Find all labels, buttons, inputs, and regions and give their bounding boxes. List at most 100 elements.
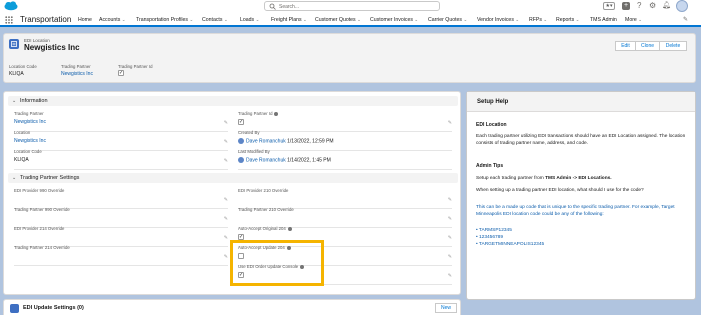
search-icon: [269, 3, 276, 12]
chevron-down-icon: ⌄: [121, 17, 126, 22]
trading-partner-id-field-checkbox: ✓: [238, 119, 244, 125]
search-input[interactable]: Search...: [264, 1, 440, 11]
pencil-icon[interactable]: ✎: [224, 120, 228, 126]
help-icon[interactable]: ?: [637, 1, 641, 10]
pencil-icon[interactable]: ✎: [448, 197, 452, 203]
favorites-star-icon[interactable]: ★▾: [603, 2, 615, 10]
new-button[interactable]: New: [435, 303, 457, 313]
nav-item-accounts[interactable]: Accounts ⌄: [99, 17, 126, 23]
pencil-icon[interactable]: ✎: [224, 197, 228, 203]
pencil-icon[interactable]: ✎: [448, 235, 452, 241]
nav-item-more[interactable]: More ⌄: [625, 17, 642, 23]
pencil-icon[interactable]: ✎: [224, 235, 228, 241]
highlight-value-location-code: KLIQA: [9, 71, 24, 77]
field-location-code: Location Code KLIQA ✎: [14, 148, 228, 170]
nav-item-freight-plans[interactable]: Freight Plans ⌄: [271, 17, 307, 23]
field-label: Trading Partner 214 Override: [14, 245, 70, 250]
pencil-icon[interactable]: ✎: [448, 120, 452, 126]
related-list-title[interactable]: EDI Update Settings (0): [23, 305, 84, 311]
field-value: Dave Romanchuk 1/13/2022, 12:59 PM: [238, 138, 334, 144]
field-label: Trading Partner Id: [238, 111, 279, 116]
delete-button[interactable]: Delete: [660, 41, 687, 51]
info-icon[interactable]: [274, 111, 279, 116]
related-list-icon: [10, 304, 19, 313]
admin-tip-setup: Setup each trading partner from TMS Admi…: [476, 176, 688, 183]
notification-bell-icon[interactable]: 🔔︎: [662, 1, 671, 9]
nav-item-customer-quotes[interactable]: Customer Quotes ⌄: [315, 17, 361, 23]
setup-help-card: Setup Help EDI Location Each trading par…: [466, 91, 696, 300]
edi-location-text: Each trading partner utilizing EDI trans…: [476, 134, 686, 146]
highlight-link-trading-partner[interactable]: Newgistics Inc: [61, 71, 93, 77]
trading-partner-link[interactable]: Newgistics Inc: [14, 119, 46, 125]
created-by-user-link[interactable]: Dave Romanchuk: [246, 138, 286, 144]
highlight-label-trading-partner: Trading Partner: [61, 64, 91, 69]
gear-icon[interactable]: ⚙: [649, 1, 656, 10]
information-section-header[interactable]: ⌄ Information: [8, 96, 458, 106]
field-label: Trading Partner 210 Override: [238, 207, 294, 212]
nav-item-home[interactable]: Home: [78, 17, 92, 23]
chevron-down-icon: ⌄: [575, 17, 580, 22]
nav-item-rfps[interactable]: RFPs ⌄: [529, 17, 547, 23]
field-label: Trading Partner 990 Override: [14, 207, 70, 212]
info-icon[interactable]: [287, 226, 292, 231]
field-value: Dave Romanchuk 1/14/2022, 1:45 PM: [238, 157, 331, 163]
code-example-2: • 123456789: [476, 235, 504, 240]
record-header: EDI Location Newgistics Inc Edit Clone D…: [3, 33, 696, 83]
nav-item-label: Accounts: [99, 17, 121, 23]
chevron-down-icon: ⌄: [223, 17, 228, 22]
user-avatar-icon: [238, 157, 244, 163]
nav-item-reports[interactable]: Reports ⌄: [556, 17, 579, 23]
pencil-icon[interactable]: ✎: [448, 216, 452, 222]
clone-button[interactable]: Clone: [636, 41, 660, 51]
admin-tips-heading: Admin Tips: [476, 163, 504, 169]
tip-text: Setup each trading partner from: [476, 176, 546, 181]
highlight-annotation-box: [230, 240, 324, 286]
nav-item-label: RFPs: [529, 17, 542, 23]
nav-item-carrier-quotes[interactable]: Carrier Quotes ⌄: [428, 17, 467, 23]
field-value: KLIQA: [14, 157, 29, 163]
nav-item-contacts[interactable]: Contacts ⌄: [202, 17, 228, 23]
nav-item-label: Reports: [556, 17, 575, 23]
nav-item-vendor-invoices[interactable]: Vendor Invoices ⌄: [477, 17, 519, 23]
pencil-icon[interactable]: ✎: [224, 216, 228, 222]
trading-partner-settings-section-header[interactable]: ⌄ Trading Partner Settings: [8, 173, 458, 183]
pencil-icon[interactable]: ✎: [224, 158, 228, 164]
pencil-icon[interactable]: ✎: [224, 254, 228, 260]
chevron-down-icon: ⌄: [414, 17, 419, 22]
section-title: Information: [20, 98, 48, 104]
chevron-down-icon: ⌄: [303, 17, 307, 22]
nav-item-label: Vendor Invoices: [477, 17, 514, 23]
pencil-icon[interactable]: ✎: [224, 139, 228, 145]
section-title: Trading Partner Settings: [20, 175, 80, 181]
modified-date: 1/14/2022, 1:45 PM: [287, 157, 331, 164]
created-date: 1/13/2022, 12:59 PM: [287, 138, 334, 145]
field-label: Last Modified By: [238, 149, 270, 154]
edit-nav-pencil-icon[interactable]: ✎: [683, 16, 688, 23]
add-icon[interactable]: +: [622, 2, 630, 10]
chevron-down-icon: ⌄: [357, 17, 361, 22]
pencil-icon[interactable]: ✎: [448, 273, 452, 279]
location-link[interactable]: Newgistics Inc: [14, 138, 46, 144]
field-label: Created By: [238, 130, 260, 135]
field-label-text: Trading Partner Id: [238, 111, 273, 116]
field-label: EDI Provider 210 Override: [238, 188, 289, 193]
pencil-icon[interactable]: ✎: [448, 254, 452, 260]
search-placeholder: Search...: [279, 4, 300, 10]
app-launcher-icon[interactable]: [5, 16, 13, 24]
setup-help-title: Setup Help: [467, 92, 695, 112]
nav-item-loads[interactable]: Loads ⌄: [240, 17, 259, 23]
nav-item-label: More: [625, 17, 637, 23]
trading-partner-id-checkbox: ✓: [118, 70, 124, 76]
nav-item-customer-invoices[interactable]: Customer Invoices ⌄: [370, 17, 418, 23]
field-label: Trading Partner: [14, 111, 44, 116]
nav-item-label: Loads: [240, 17, 255, 23]
chevron-down-icon: ⌄: [189, 17, 194, 22]
code-example-1: • TARMSP12345: [476, 228, 512, 233]
nav-item-label: Contacts: [202, 17, 223, 23]
nav-item-transportation-profiles[interactable]: Transportation Profiles ⌄: [136, 17, 193, 23]
edit-button[interactable]: Edit: [615, 41, 636, 51]
modified-by-user-link[interactable]: Dave Romanchuk: [246, 157, 286, 163]
nav-item-tms-admin[interactable]: TMS Admin: [590, 17, 617, 23]
user-avatar[interactable]: [676, 0, 688, 12]
app-logo[interactable]: [4, 1, 18, 11]
